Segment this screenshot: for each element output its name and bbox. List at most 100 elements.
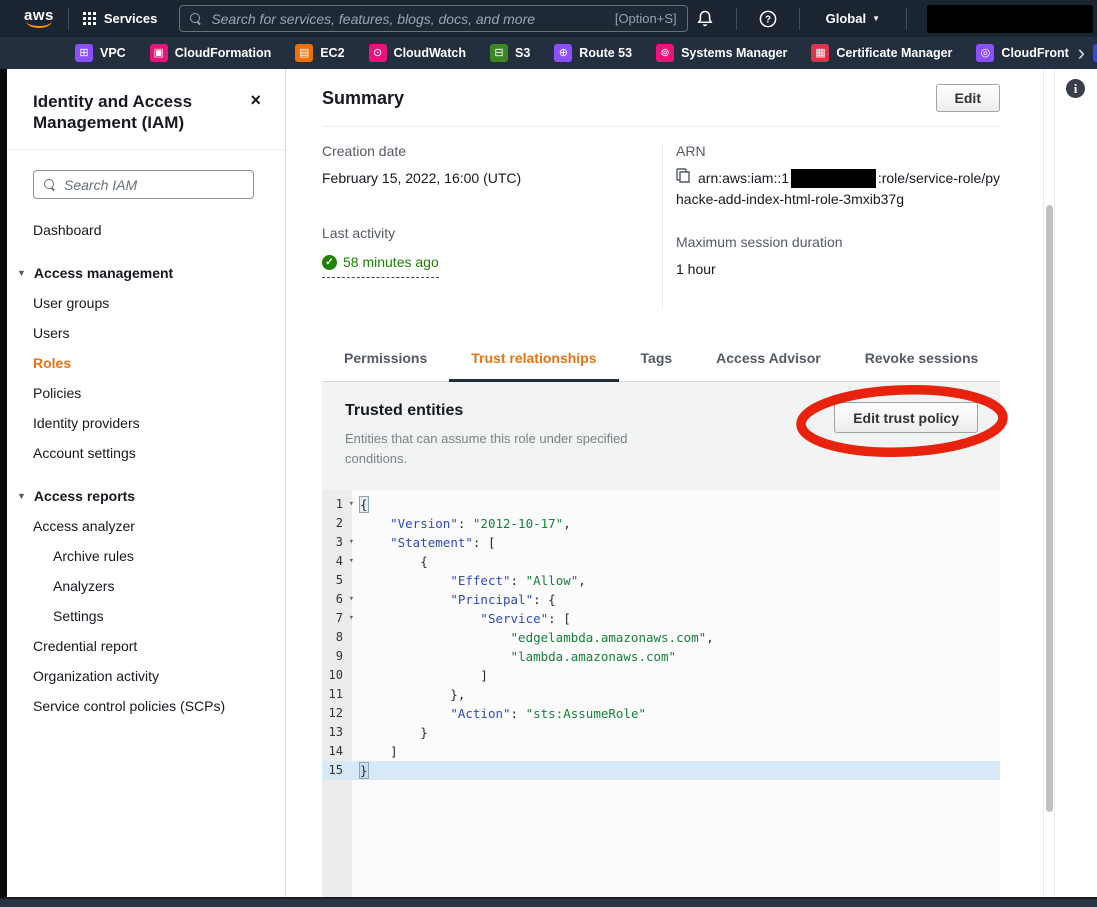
code-text: }, xyxy=(360,685,465,704)
code-line-5[interactable]: 5 "Effect": "Allow", xyxy=(322,571,1000,590)
code-line-4[interactable]: 4▾ { xyxy=(322,552,1000,571)
favorites-bar: ⊞VPC ▣CloudFormation ▤EC2 ⊙CloudWatch ⊟S3 ⊕Ro… xyxy=(0,37,1097,69)
sidebar-search-placeholder: Search IAM xyxy=(64,177,137,193)
services-menu-button[interactable]: Services xyxy=(83,11,158,26)
code-line-3[interactable]: 3▾ "Statement": [ xyxy=(322,533,1000,552)
code-line-8[interactable]: 8 "edgelambda.amazonaws.com", xyxy=(322,628,1000,647)
section-label: Access reports xyxy=(34,488,135,504)
code-line-1[interactable]: 1▾ { xyxy=(322,495,1000,514)
code-line-9[interactable]: 9 "lambda.amazonaws.com" xyxy=(322,647,1000,666)
sidebar-title: Identity and Access Management (IAM) xyxy=(33,91,233,133)
sidebar-item-analyzers[interactable]: Analyzers xyxy=(7,571,285,601)
section-label: Access management xyxy=(34,265,173,281)
code-line-12[interactable]: 12 "Action": "sts:AssumeRole" xyxy=(322,704,1000,723)
copy-icon[interactable] xyxy=(676,168,690,189)
favbar-item-s3[interactable]: ⊟S3 xyxy=(490,44,530,62)
services-label: Services xyxy=(104,11,158,26)
code-line-15[interactable]: 15} xyxy=(322,761,1000,780)
sidebar-item-access-analyzer[interactable]: Access analyzer xyxy=(7,511,285,541)
code-lines: 1▾ {2 "Version": "2012-10-17",3▾ "Stateme… xyxy=(322,495,1000,780)
global-search-input[interactable]: Search for services, features, blogs, do… xyxy=(179,5,687,32)
favbar-item-ec2[interactable]: ▤EC2 xyxy=(295,44,344,62)
sidebar-item-dashboard[interactable]: Dashboard xyxy=(7,215,285,245)
sidebar-item-organization-activity[interactable]: Organization activity xyxy=(7,661,285,691)
tab-tags[interactable]: Tags xyxy=(619,336,695,382)
section-collapse-icon: ▼ xyxy=(17,268,26,278)
fold-caret-icon[interactable]: ▾ xyxy=(349,495,354,514)
code-line-6[interactable]: 6▾ "Principal": { xyxy=(322,590,1000,609)
favbar-item-label: Certificate Manager xyxy=(836,46,952,60)
last-activity-value[interactable]: ✓ 58 minutes ago xyxy=(322,252,439,278)
code-line-10[interactable]: 10 ] xyxy=(322,666,1000,685)
tab-permissions[interactable]: Permissions xyxy=(322,336,449,382)
sidebar-item-settings[interactable]: Settings xyxy=(7,601,285,631)
favbar-item-systems-manager[interactable]: ⊚Systems Manager xyxy=(656,44,787,62)
favbar-item-label: CloudFormation xyxy=(175,46,272,60)
sidebar-item-roles[interactable]: Roles xyxy=(7,348,285,378)
search-placeholder: Search for services, features, blogs, do… xyxy=(211,11,606,27)
summary-divider xyxy=(322,126,1000,127)
line-number: 1▾ xyxy=(322,495,352,514)
notifications-bell-icon[interactable] xyxy=(688,10,722,27)
favbar-item-cloudwatch[interactable]: ⊙CloudWatch xyxy=(369,44,466,62)
fold-caret-icon[interactable]: ▾ xyxy=(349,533,354,552)
code-text: ] xyxy=(360,666,488,685)
sidebar-item-service-control-policies-scps[interactable]: Service control policies (SCPs) xyxy=(7,691,285,721)
close-icon[interactable]: × xyxy=(250,91,261,133)
favbar-item-cloudformation[interactable]: ▣CloudFormation xyxy=(150,44,272,62)
code-text: { xyxy=(360,495,368,514)
code-text: { xyxy=(360,552,428,571)
trust-policy-editor[interactable]: 1▾ {2 "Version": "2012-10-17",3▾ "Stateme… xyxy=(322,490,1000,897)
s3-service-icon: ⊟ xyxy=(490,44,508,62)
edit-summary-button[interactable]: Edit xyxy=(936,84,1000,112)
sidebar-item-identity-providers[interactable]: Identity providers xyxy=(7,408,285,438)
window-edge xyxy=(0,69,7,897)
tab-access-advisor[interactable]: Access Advisor xyxy=(694,336,843,382)
favbar-item-label: CloudWatch xyxy=(394,46,466,60)
favorites-more-chevron-icon[interactable]: › xyxy=(1078,40,1085,66)
top-navigation-bar: aws Services Search for services, featur… xyxy=(0,0,1097,37)
svg-text:?: ? xyxy=(765,14,771,25)
favbar-item-vpc[interactable]: ⊞VPC xyxy=(75,44,126,62)
sidebar-search-input[interactable]: Search IAM xyxy=(33,170,254,199)
help-icon[interactable]: ? xyxy=(751,10,785,28)
line-number: 10 xyxy=(322,666,352,685)
fold-caret-icon[interactable]: ▾ xyxy=(349,590,354,609)
fold-caret-icon[interactable]: ▾ xyxy=(349,552,354,571)
code-text: "Service": [ xyxy=(360,609,571,628)
arn-account-redacted xyxy=(791,169,876,188)
code-text: "lambda.amazonaws.com" xyxy=(360,647,676,666)
line-number: 12 xyxy=(322,704,352,723)
max-session-value: 1 hour xyxy=(676,259,1000,280)
tab-revoke-sessions[interactable]: Revoke sessions xyxy=(843,336,1001,382)
sidebar-section-access-management[interactable]: ▼ Access management xyxy=(7,258,285,288)
code-line-14[interactable]: 14 ] xyxy=(322,742,1000,761)
code-line-13[interactable]: 13 } xyxy=(322,723,1000,742)
fold-caret-icon[interactable]: ▾ xyxy=(349,609,354,628)
sidebar-item-archive-rules[interactable]: Archive rules xyxy=(7,541,285,571)
region-selector[interactable]: Global ▼ xyxy=(814,11,892,26)
aws-logo[interactable]: aws xyxy=(24,9,54,28)
search-icon xyxy=(44,179,56,191)
info-icon[interactable]: i xyxy=(1066,79,1085,98)
account-menu-redacted[interactable] xyxy=(927,5,1093,33)
code-line-7[interactable]: 7▾ "Service": [ xyxy=(322,609,1000,628)
favbar-item-route-53[interactable]: ⊕Route 53 xyxy=(554,44,632,62)
tab-trust-relationships[interactable]: Trust relationships xyxy=(449,336,618,382)
sidebar-item-user-groups[interactable]: User groups xyxy=(7,288,285,318)
sidebar-item-credential-report[interactable]: Credential report xyxy=(7,631,285,661)
chevron-down-icon: ▼ xyxy=(872,14,880,23)
code-line-11[interactable]: 11 }, xyxy=(322,685,1000,704)
edit-trust-policy-button[interactable]: Edit trust policy xyxy=(834,402,978,433)
sidebar-item-account-settings[interactable]: Account settings xyxy=(7,438,285,468)
favbar-item-cloudfront[interactable]: ◎CloudFront xyxy=(976,44,1068,62)
favbar-item-rds[interactable]: ☰RDS xyxy=(1093,44,1097,62)
code-text: "Version": "2012-10-17", xyxy=(360,514,571,533)
sidebar-item-users[interactable]: Users xyxy=(7,318,285,348)
page-scrollbar[interactable] xyxy=(1043,69,1055,897)
sidebar-section-access-reports[interactable]: ▼Access reports xyxy=(7,481,285,511)
favbar-item-certificate-manager[interactable]: ▦Certificate Manager xyxy=(811,44,952,62)
code-line-2[interactable]: 2 "Version": "2012-10-17", xyxy=(322,514,1000,533)
scrollbar-thumb[interactable] xyxy=(1046,205,1053,812)
sidebar-item-policies[interactable]: Policies xyxy=(7,378,285,408)
